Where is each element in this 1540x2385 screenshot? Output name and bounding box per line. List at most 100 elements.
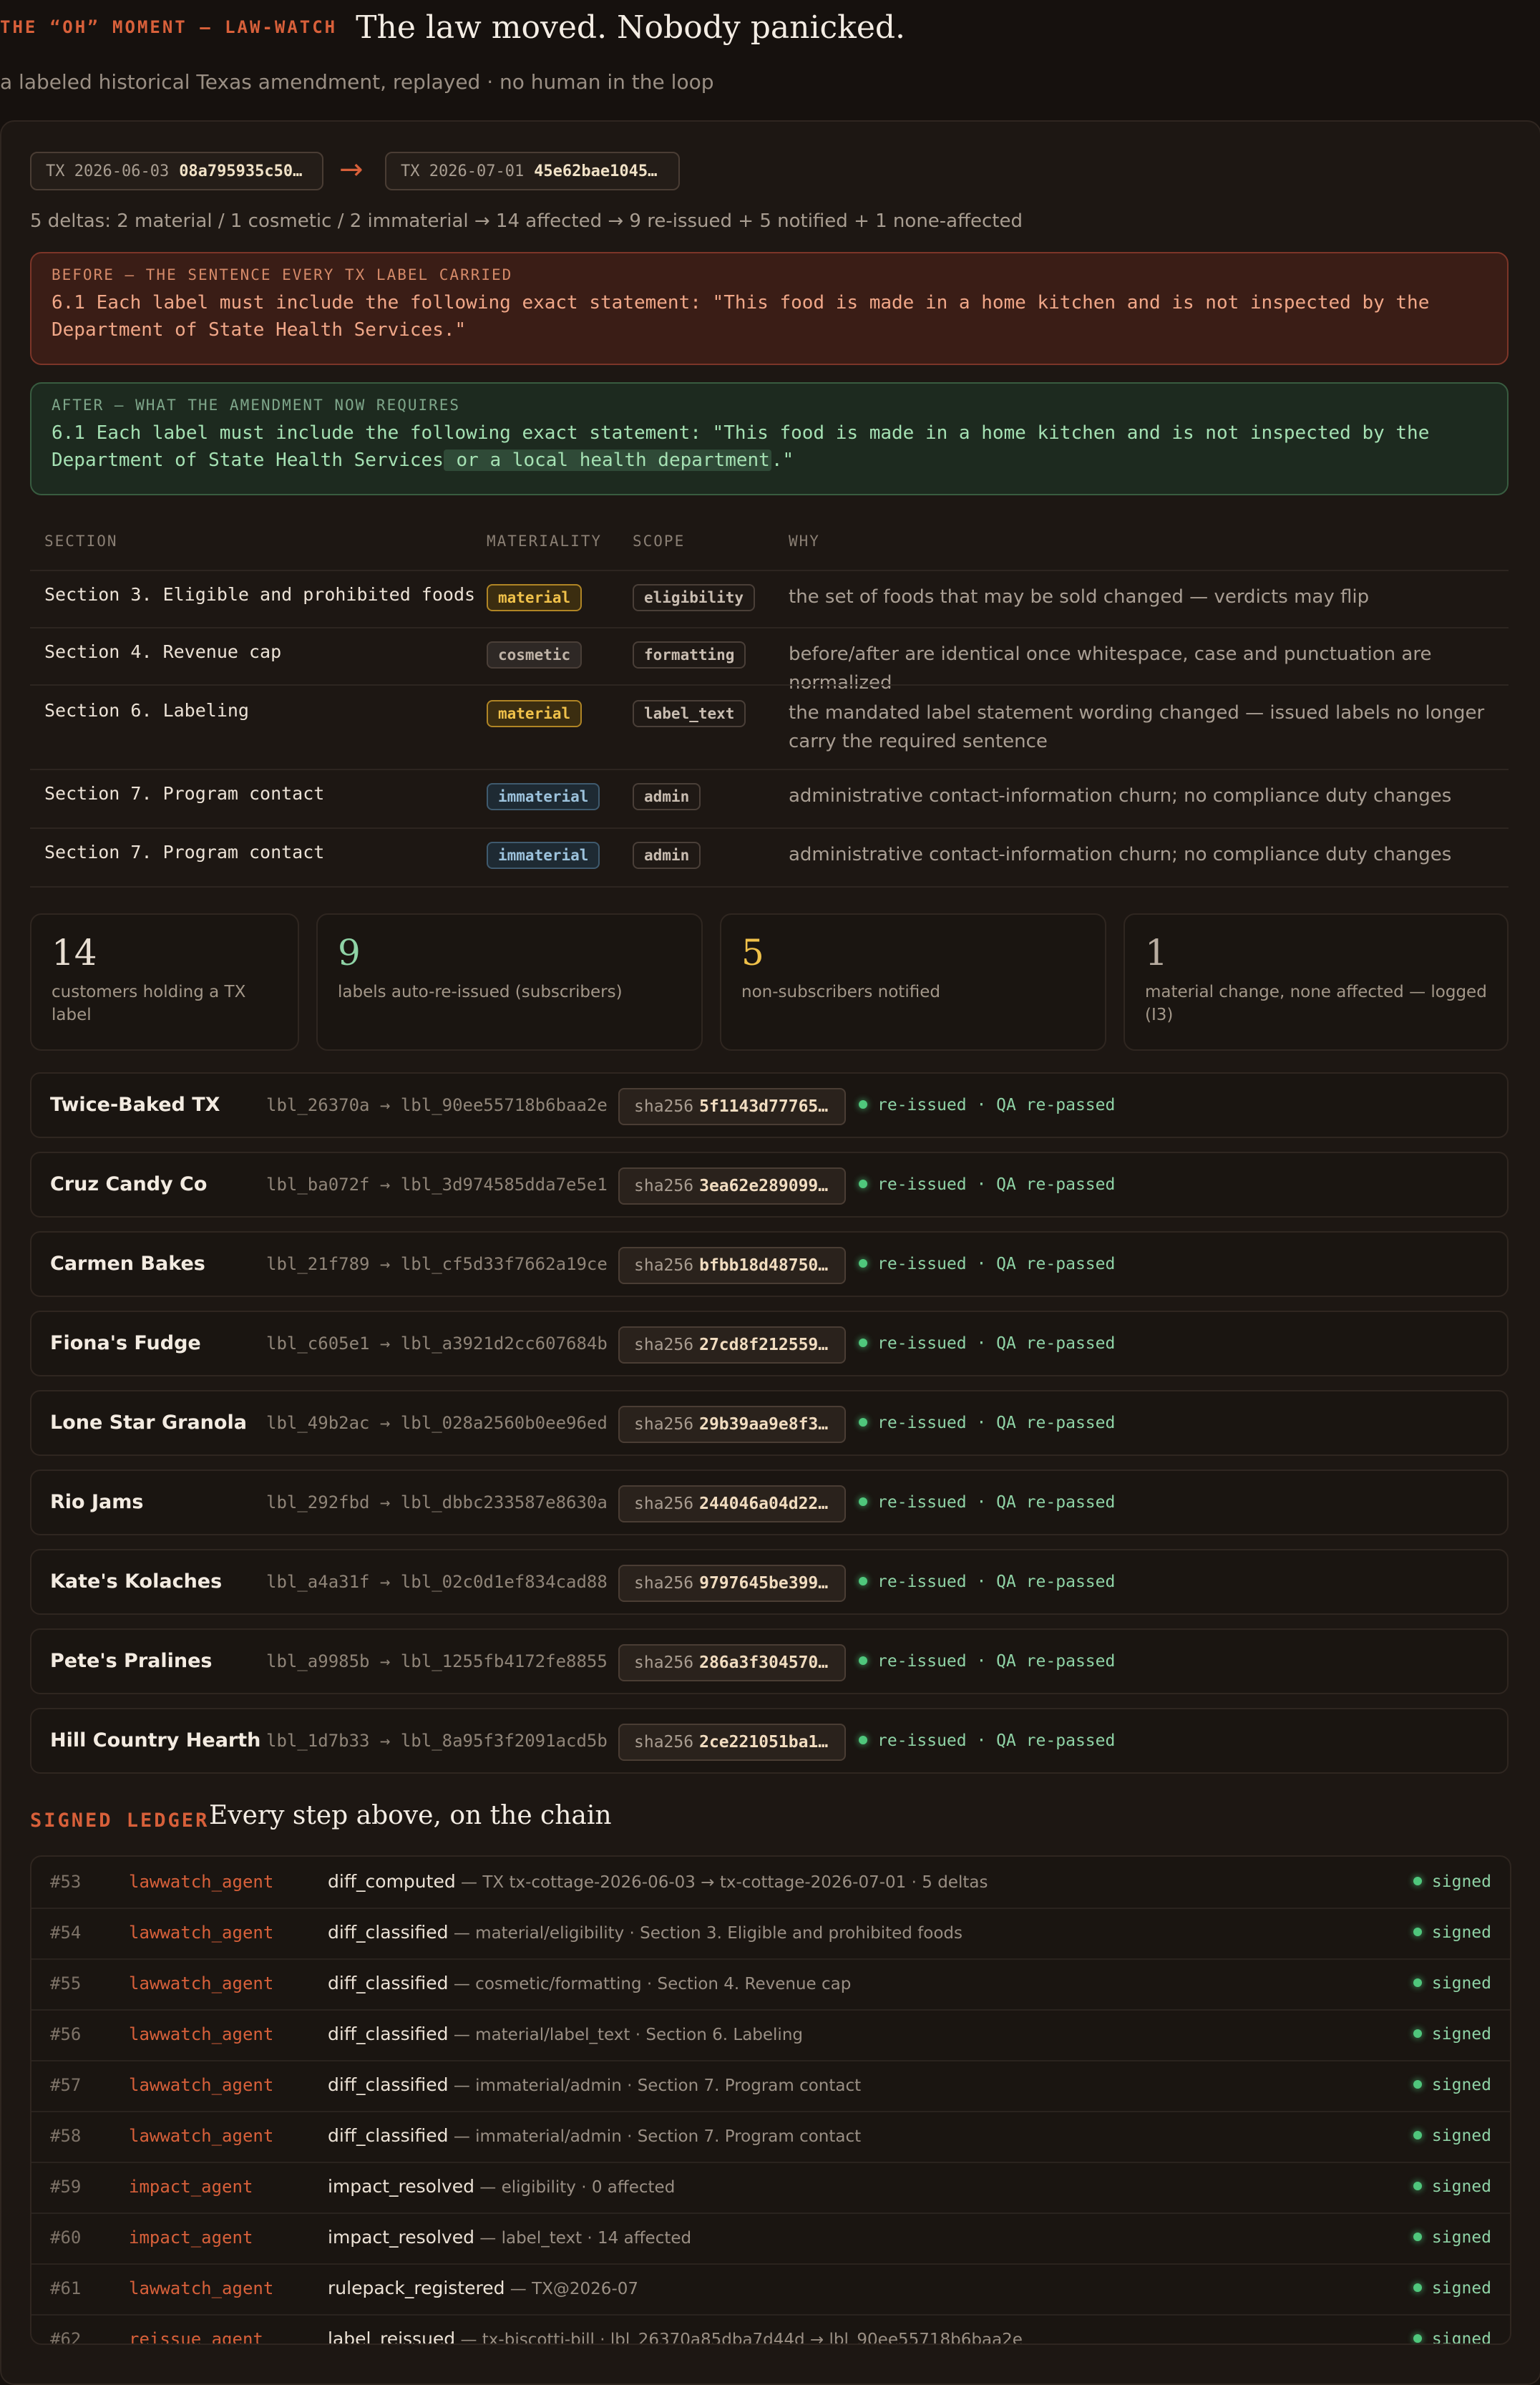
sha-chip[interactable]: sha256 bfbb18d48750… [618, 1247, 846, 1284]
customer-name: Fiona's Fudge [50, 1332, 201, 1354]
ledger-row[interactable]: #59 impact_agent impact_resolved — eligi… [31, 2162, 1510, 2214]
ledger-seq: #53 [50, 1872, 82, 1892]
signed-badge: signed [1413, 2111, 1491, 2161]
sha-chip[interactable]: sha256 5f1143d77765… [618, 1088, 846, 1125]
signed-badge: signed [1413, 2162, 1491, 2212]
sha-chip[interactable]: sha256 9797645be399… [618, 1565, 846, 1602]
status-text: re-issued · QA re-passed [877, 1334, 1116, 1353]
label-id-transition: lbl_ba072f → lbl_3d974585dda7e5e1 [266, 1175, 608, 1195]
ledger-event-name: diff_classified [328, 1973, 449, 1993]
stat-caption: labels auto-re-issued (subscribers) [338, 983, 623, 1001]
sha-prefix: sha256 [634, 1653, 694, 1672]
status-dot-icon [1413, 2333, 1422, 2343]
sha-value: 5f1143d77765… [699, 1097, 829, 1116]
customer-name: Kate's Kolaches [50, 1570, 223, 1593]
status-dot-icon [859, 1656, 867, 1665]
sha-chip[interactable]: sha256 29b39aa9e8f3… [618, 1406, 846, 1443]
ledger-event: impact_resolved — eligibility · 0 affect… [328, 2162, 675, 2212]
ledger-event: diff_classified — immaterial/admin · Sec… [328, 2060, 861, 2111]
status-dot-icon [1413, 2130, 1422, 2139]
ledger-seq: #58 [50, 2126, 82, 2146]
page-title: The law moved. Nobody panicked. [356, 9, 906, 46]
ledger-event-name: diff_classified [328, 2074, 449, 2095]
sha-chip[interactable]: sha256 244046a04d22… [618, 1485, 846, 1522]
customer-name: Cruz Candy Co [50, 1173, 208, 1195]
col-header-why: WHY [789, 533, 820, 550]
ledger-agent: reissue_agent [129, 2329, 263, 2345]
snapshot-from-label: TX 2026-06-03 [46, 162, 170, 180]
list-item[interactable]: Hill Country Hearth lbl_1d7b33 → lbl_8a9… [30, 1708, 1509, 1774]
ledger-row[interactable]: #61 lawwatch_agent rulepack_registered —… [31, 2263, 1510, 2316]
customer-name: Carmen Bakes [50, 1253, 205, 1275]
snapshot-to-chip[interactable]: TX 2026-07-01 45e62bae1045… [385, 152, 680, 190]
snapshot-from-hash: 08a795935c50… [179, 162, 303, 180]
sha-chip[interactable]: sha256 2ce221051ba1… [618, 1724, 846, 1761]
sha-chip[interactable]: sha256 27cd8f212559… [618, 1326, 846, 1364]
status-dot-icon [1413, 2029, 1422, 2038]
ledger-row[interactable]: #53 lawwatch_agent diff_computed — TX tx… [31, 1857, 1510, 1909]
ledger-event-name: diff_classified [328, 2024, 449, 2044]
list-item[interactable]: Carmen Bakes lbl_21f789 → lbl_cf5d33f766… [30, 1231, 1509, 1297]
stat-caption: customers holding a TX label [52, 983, 246, 1024]
list-item[interactable]: Lone Star Granola lbl_49b2ac → lbl_028a2… [30, 1390, 1509, 1456]
ledger-event-name: rulepack_registered [328, 2278, 505, 2298]
sha-value: 286a3f304570… [699, 1653, 829, 1672]
snapshot-from-chip[interactable]: TX 2026-06-03 08a795935c50… [30, 152, 323, 190]
ledger-seq: #59 [50, 2177, 82, 2197]
section-name: Section 4. Revenue cap [44, 641, 282, 662]
ledger-agent: lawwatch_agent [129, 1923, 274, 1943]
status-dot-icon [859, 1576, 867, 1585]
ledger-kicker: SIGNED LEDGER [30, 1810, 210, 1832]
signed-text: signed [1431, 1872, 1491, 1891]
ledger-event-detail: — eligibility · 0 affected [474, 2178, 676, 2197]
ledger-event-detail: — material/eligibility · Section 3. Elig… [448, 1924, 963, 1943]
ledger-row[interactable]: #62 reissue_agent label_reissued — tx-bi… [31, 2314, 1510, 2345]
ledger-event-detail: — cosmetic/formatting · Section 4. Reven… [448, 1975, 852, 1993]
status-dot-icon [1413, 1876, 1422, 1885]
ledger-row[interactable]: #58 lawwatch_agent diff_classified — imm… [31, 2111, 1510, 2163]
list-item[interactable]: Pete's Pralines lbl_a9985b → lbl_1255fb4… [30, 1628, 1509, 1694]
ledger-row[interactable]: #57 lawwatch_agent diff_classified — imm… [31, 2060, 1510, 2112]
stat-card-reissued: 9 labels auto-re-issued (subscribers) [316, 913, 703, 1051]
signed-ledger[interactable]: #53 lawwatch_agent diff_computed — TX tx… [30, 1855, 1511, 2345]
signed-text: signed [1431, 1923, 1491, 1942]
ledger-seq: #57 [50, 2075, 82, 2095]
ledger-event-detail: — immaterial/admin · Section 7. Program … [448, 2127, 862, 2146]
signed-text: signed [1431, 2177, 1491, 2196]
delta-summary: 5 deltas: 2 material / 1 cosmetic / 2 im… [30, 210, 1023, 232]
signed-badge: signed [1413, 2212, 1491, 2263]
ledger-event-detail: — TX tx-cottage-2026-06-03 → tx-cottage-… [455, 1873, 988, 1892]
ledger-row[interactable]: #60 impact_agent impact_resolved — label… [31, 2212, 1510, 2265]
sha-value: 9797645be399… [699, 1574, 829, 1593]
ledger-seq: #60 [50, 2228, 82, 2248]
signed-text: signed [1431, 2228, 1491, 2247]
sha-chip[interactable]: sha256 286a3f304570… [618, 1644, 846, 1681]
sha-chip[interactable]: sha256 3ea62e289099… [618, 1167, 846, 1205]
table-row: Section 3. Eligible and prohibited foods… [30, 571, 1509, 627]
status-badge: re-issued · QA re-passed [859, 1550, 1115, 1613]
before-label: BEFORE — THE SENTENCE EVERY TX LABEL CAR… [52, 266, 513, 283]
list-item[interactable]: Cruz Candy Co lbl_ba072f → lbl_3d974585d… [30, 1152, 1509, 1218]
stat-caption: material change, none affected — logged … [1145, 983, 1487, 1024]
ledger-seq: #62 [50, 2329, 82, 2345]
materiality-badge: immaterial [487, 783, 600, 810]
list-item[interactable]: Rio Jams lbl_292fbd → lbl_dbbc233587e863… [30, 1470, 1509, 1535]
materiality-badge: material [487, 700, 583, 727]
list-item[interactable]: Fiona's Fudge lbl_c605e1 → lbl_a3921d2cc… [30, 1311, 1509, 1376]
sha-value: 244046a04d22… [699, 1495, 829, 1513]
status-text: re-issued · QA re-passed [877, 1414, 1116, 1432]
customer-name: Pete's Pralines [50, 1650, 213, 1672]
ledger-row[interactable]: #56 lawwatch_agent diff_classified — mat… [31, 2009, 1510, 2061]
ledger-row[interactable]: #55 lawwatch_agent diff_classified — cos… [31, 1958, 1510, 2011]
after-label: AFTER — WHAT THE AMENDMENT NOW REQUIRES [52, 397, 461, 414]
ledger-seq: #55 [50, 1973, 82, 1993]
ledger-row[interactable]: #54 lawwatch_agent diff_classified — mat… [31, 1908, 1510, 1960]
after-text-part2: ." [771, 450, 794, 471]
status-dot-icon [1413, 2079, 1422, 2089]
sha-prefix: sha256 [634, 1097, 694, 1116]
list-item[interactable]: Twice-Baked TX lbl_26370a → lbl_90ee5571… [30, 1072, 1509, 1138]
signed-badge: signed [1413, 2060, 1491, 2110]
list-item[interactable]: Kate's Kolaches lbl_a4a31f → lbl_02c0d1e… [30, 1549, 1509, 1615]
signed-text: signed [1431, 2076, 1491, 2094]
page-subtitle: a labeled historical Texas amendment, re… [0, 70, 714, 94]
